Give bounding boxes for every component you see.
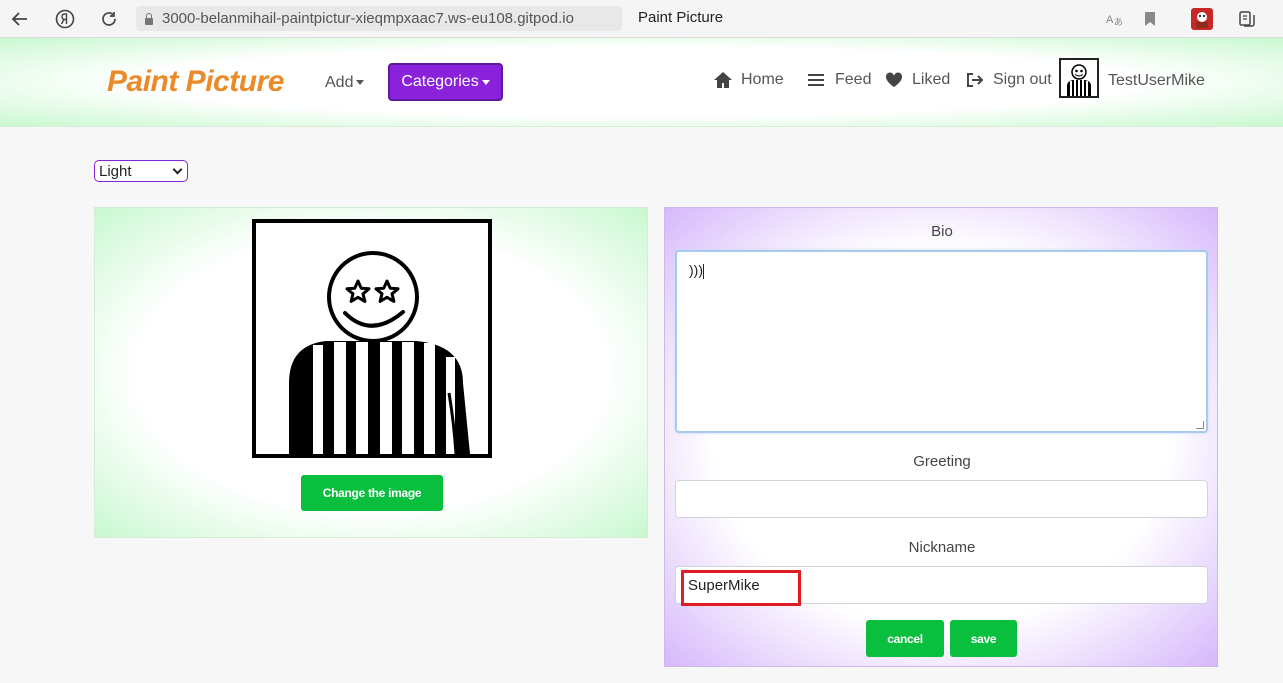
- add-dropdown[interactable]: Add: [325, 74, 365, 92]
- collections-icon[interactable]: [1235, 7, 1259, 31]
- save-button[interactable]: save: [950, 620, 1017, 657]
- nav-liked-label: Liked: [912, 71, 951, 88]
- user-avatar[interactable]: [1059, 58, 1099, 98]
- nav-liked[interactable]: Liked: [884, 71, 950, 89]
- text-cursor: [703, 263, 704, 279]
- back-arrow-icon[interactable]: [8, 7, 32, 31]
- nav-home-label: Home: [741, 71, 784, 88]
- sign-out-icon: [965, 72, 985, 88]
- theme-select[interactable]: Light: [94, 160, 188, 182]
- yandex-icon[interactable]: [53, 7, 77, 31]
- url-text: 3000-belanmihail-paintpictur-xieqmpxaac7…: [162, 10, 574, 27]
- bio-textarea[interactable]: ))): [675, 250, 1208, 433]
- nav-signout-label: Sign out: [993, 71, 1052, 88]
- categories-label: Categories: [401, 73, 479, 90]
- resize-handle-icon[interactable]: [1196, 421, 1204, 429]
- profile-form-panel: Bio ))) Greeting Nickname SuperMike canc…: [664, 207, 1218, 667]
- nav-feed[interactable]: Feed: [807, 71, 871, 89]
- nav-home[interactable]: Home: [713, 71, 784, 89]
- change-image-button[interactable]: Change the image: [301, 475, 443, 511]
- theme-selected-value: Light: [99, 162, 132, 180]
- svg-text:A: A: [1106, 14, 1114, 26]
- profile-image: [252, 219, 492, 458]
- caret-down-icon: [356, 80, 365, 86]
- lock-icon: [144, 12, 154, 25]
- profile-image-panel: Change the image: [94, 207, 648, 538]
- bookmark-icon[interactable]: [1138, 7, 1162, 31]
- heart-icon: [884, 72, 904, 88]
- nav-feed-label: Feed: [835, 71, 872, 88]
- bio-text: ))): [689, 262, 703, 278]
- translate-icon[interactable]: Aあ: [1103, 7, 1127, 31]
- chevron-down-icon: [172, 164, 183, 174]
- greeting-input[interactable]: [675, 480, 1208, 518]
- reload-icon[interactable]: [97, 7, 121, 31]
- svg-text:あ: あ: [1114, 17, 1123, 27]
- categories-dropdown-button[interactable]: Categories: [388, 63, 503, 101]
- caret-down-icon: [481, 79, 490, 85]
- cancel-button[interactable]: cancel: [866, 620, 944, 657]
- site-navbar: Paint Picture Add Categories Home Feed L…: [0, 38, 1283, 127]
- add-label: Add: [325, 74, 354, 91]
- nav-signout[interactable]: Sign out: [965, 71, 1052, 89]
- greeting-label: Greeting: [913, 453, 971, 470]
- browser-toolbar: 3000-belanmihail-paintpictur-xieqmpxaac7…: [0, 0, 1283, 38]
- brand-logo[interactable]: Paint Picture: [107, 65, 284, 99]
- bio-label: Bio: [931, 223, 953, 240]
- nickname-label: Nickname: [908, 539, 976, 556]
- username[interactable]: TestUserMike: [1108, 72, 1205, 90]
- nickname-highlight-box: [681, 570, 801, 606]
- page-title: Paint Picture: [638, 9, 724, 26]
- list-icon: [807, 73, 827, 87]
- home-icon: [713, 71, 733, 89]
- address-bar[interactable]: 3000-belanmihail-paintpictur-xieqmpxaac7…: [136, 6, 622, 31]
- extension-avatar-icon[interactable]: [1190, 7, 1214, 31]
